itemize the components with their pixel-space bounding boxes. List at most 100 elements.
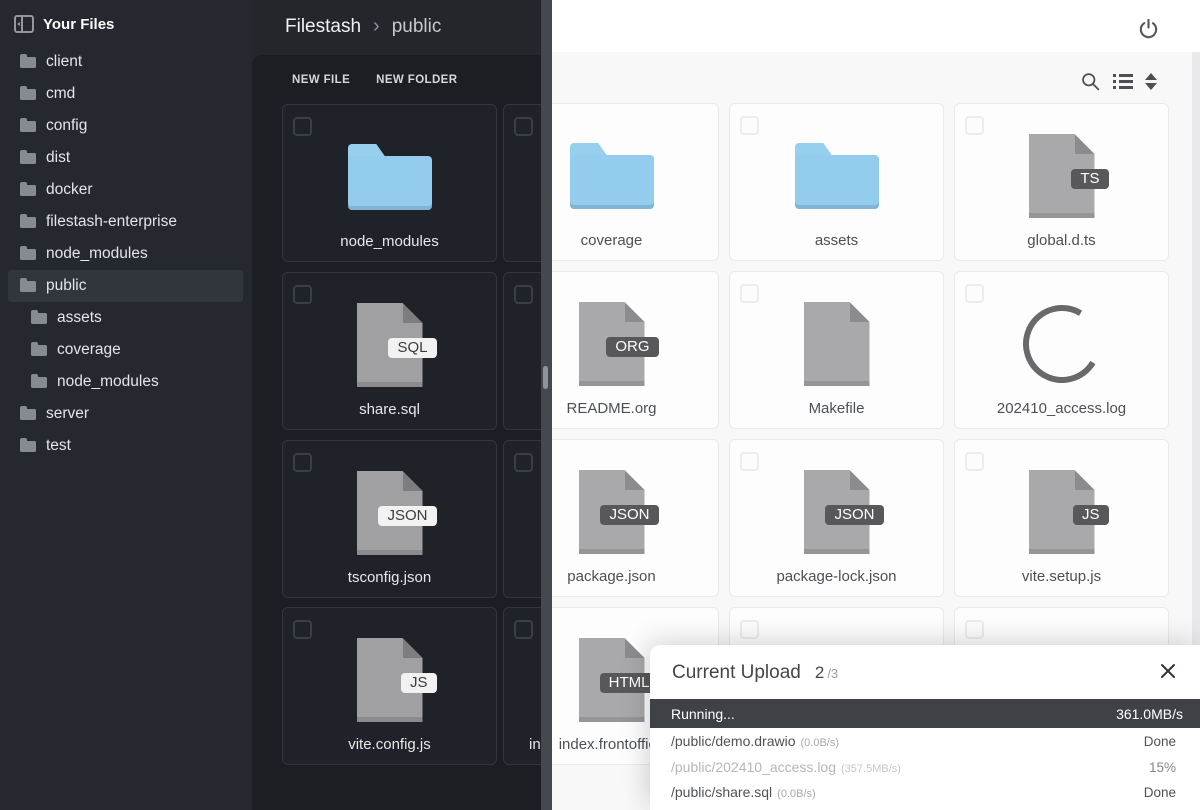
dark-file-panel: NEW FILE NEW FOLDER node_modules SQL sha… — [252, 55, 542, 810]
panel-scrollbar-handle[interactable] — [543, 366, 548, 389]
filestash-app: coverage assets TS global.d.ts ORG READM… — [0, 0, 1200, 810]
sidebar-item-server[interactable]: server — [0, 398, 255, 430]
close-icon[interactable] — [1160, 663, 1176, 679]
folder-icon — [31, 313, 47, 324]
sidebar-toggle-icon[interactable] — [14, 15, 34, 33]
sidebar-item-assets[interactable]: assets — [0, 302, 255, 334]
sidebar-item-label: docker — [46, 181, 93, 199]
file-icon: ORG — [542, 294, 718, 394]
folder-icon — [542, 126, 718, 226]
file-tile[interactable]: JSON package-lock.json — [729, 439, 944, 597]
upload-item: /public/202410_access.log(357.5MB/s) 15% — [650, 759, 1200, 785]
file-tile[interactable]: TS global.d.ts — [954, 103, 1169, 261]
file-tile[interactable]: node_modules — [282, 104, 497, 262]
upload-item-status: Done — [1144, 734, 1176, 749]
sidebar-item-label: public — [46, 277, 87, 295]
sidebar-folder-tree: client cmd config dist docker filestash-… — [0, 46, 255, 462]
file-tile[interactable]: JS vite.setup.js — [954, 439, 1169, 597]
upload-item-status: Done — [1144, 785, 1176, 800]
sidebar-item-docker[interactable]: docker — [0, 174, 255, 206]
list-view-icon[interactable] — [1113, 73, 1133, 90]
file-name: tsconfig.json — [289, 569, 490, 589]
sidebar-item-dist[interactable]: dist — [0, 142, 255, 174]
file-name: README.org — [542, 400, 712, 420]
file-tile[interactable]: ORG README.org — [542, 271, 719, 429]
upload-status-bar: Running... 361.0MB/s — [650, 699, 1200, 728]
file-tile[interactable]: SQL share.sql — [282, 272, 497, 430]
file-tile-partial[interactable] — [503, 104, 542, 262]
sidebar-item-public[interactable]: public — [8, 270, 243, 302]
file-name: coverage — [542, 232, 712, 252]
sidebar-title: Your Files — [43, 16, 114, 33]
upload-status-label: Running... — [671, 706, 735, 722]
sidebar-item-filestash-enterprise[interactable]: filestash-enterprise — [0, 206, 255, 238]
folder-icon — [31, 345, 47, 356]
sort-icon[interactable] — [1144, 72, 1158, 91]
file-tile[interactable]: Makefile — [729, 271, 944, 429]
file-name: package-lock.json — [736, 568, 937, 588]
file-tile-partial[interactable] — [503, 440, 542, 598]
new-file-button[interactable]: NEW FILE — [292, 74, 350, 86]
sidebar-item-coverage[interactable]: coverage — [0, 334, 255, 366]
sidebar-item-label: test — [46, 437, 71, 455]
file-tile[interactable]: 202410_access.log — [954, 271, 1169, 429]
folder-icon — [283, 127, 496, 227]
sidebar-item-label: filestash-enterprise — [46, 213, 177, 231]
checkbox[interactable] — [514, 117, 533, 136]
folder-icon — [20, 217, 36, 228]
folder-icon — [20, 57, 36, 68]
loading-spinner — [955, 294, 1168, 394]
file-icon: TS — [955, 126, 1168, 226]
power-logout-icon[interactable] — [1137, 17, 1160, 40]
sidebar-item-node-modules[interactable]: node_modules — [0, 238, 255, 270]
folder-icon — [20, 185, 36, 196]
upload-panel-header: Current Upload 2 /3 — [650, 645, 1200, 699]
sidebar-item-client[interactable]: client — [0, 46, 255, 78]
sidebar-item-label: client — [46, 53, 82, 71]
upload-item-list: /public/demo.drawio(0.0B/s) Done /public… — [650, 728, 1200, 810]
breadcrumb-current[interactable]: public — [392, 16, 442, 38]
breadcrumb-root[interactable]: Filestash — [285, 16, 361, 38]
checkbox[interactable] — [514, 620, 533, 639]
file-tile-partial[interactable]: index.frontoffice — [503, 607, 542, 765]
upload-speed: 361.0MB/s — [1116, 706, 1183, 722]
upload-count-current: 2 — [815, 663, 824, 683]
upload-item-rate: (0.0B/s) — [801, 737, 840, 749]
folder-icon — [730, 126, 943, 226]
upload-item-path: /public/202410_access.log — [671, 759, 836, 775]
checkbox[interactable] — [740, 620, 759, 639]
file-tile[interactable]: assets — [729, 103, 944, 261]
checkbox[interactable] — [514, 285, 533, 304]
new-folder-button[interactable]: NEW FOLDER — [376, 74, 457, 86]
sidebar-item-test[interactable]: test — [0, 430, 255, 462]
sidebar-item-label: dist — [46, 149, 70, 167]
folder-icon — [20, 409, 36, 420]
upload-title: Current Upload — [672, 662, 801, 684]
filetype-badge: ORG — [606, 337, 658, 357]
file-tile[interactable]: JSON tsconfig.json — [282, 440, 497, 598]
sidebar-item-node-modules-nested[interactable]: node_modules — [0, 366, 255, 398]
sidebar-item-cmd[interactable]: cmd — [0, 78, 255, 110]
sidebar: Your Files client cmd config dist docker… — [0, 0, 255, 810]
file-tile[interactable]: JSON package.json — [542, 439, 719, 597]
filetype-badge: JSON — [600, 505, 658, 525]
file-name: vite.setup.js — [961, 568, 1162, 588]
checkbox[interactable] — [514, 453, 533, 472]
sidebar-item-config[interactable]: config — [0, 110, 255, 142]
panel-scrollbar[interactable] — [541, 0, 552, 810]
file-tile[interactable]: coverage — [542, 103, 719, 261]
file-tile-partial[interactable] — [503, 272, 542, 430]
sidebar-header: Your Files — [0, 0, 255, 43]
checkbox[interactable] — [965, 620, 984, 639]
sidebar-item-label: config — [46, 117, 87, 135]
upload-item-rate: (0.0B/s) — [777, 788, 816, 800]
file-icon: JS — [283, 630, 496, 730]
file-name: assets — [736, 232, 937, 252]
filetype-badge: JSON — [378, 506, 436, 526]
file-icon: JSON — [542, 462, 718, 562]
file-tile[interactable]: JS vite.config.js — [282, 607, 497, 765]
upload-item: /public/share.sql(0.0B/s) Done — [650, 784, 1200, 810]
sidebar-item-label: node_modules — [57, 373, 159, 391]
search-icon[interactable] — [1080, 71, 1101, 92]
folder-icon — [20, 153, 36, 164]
